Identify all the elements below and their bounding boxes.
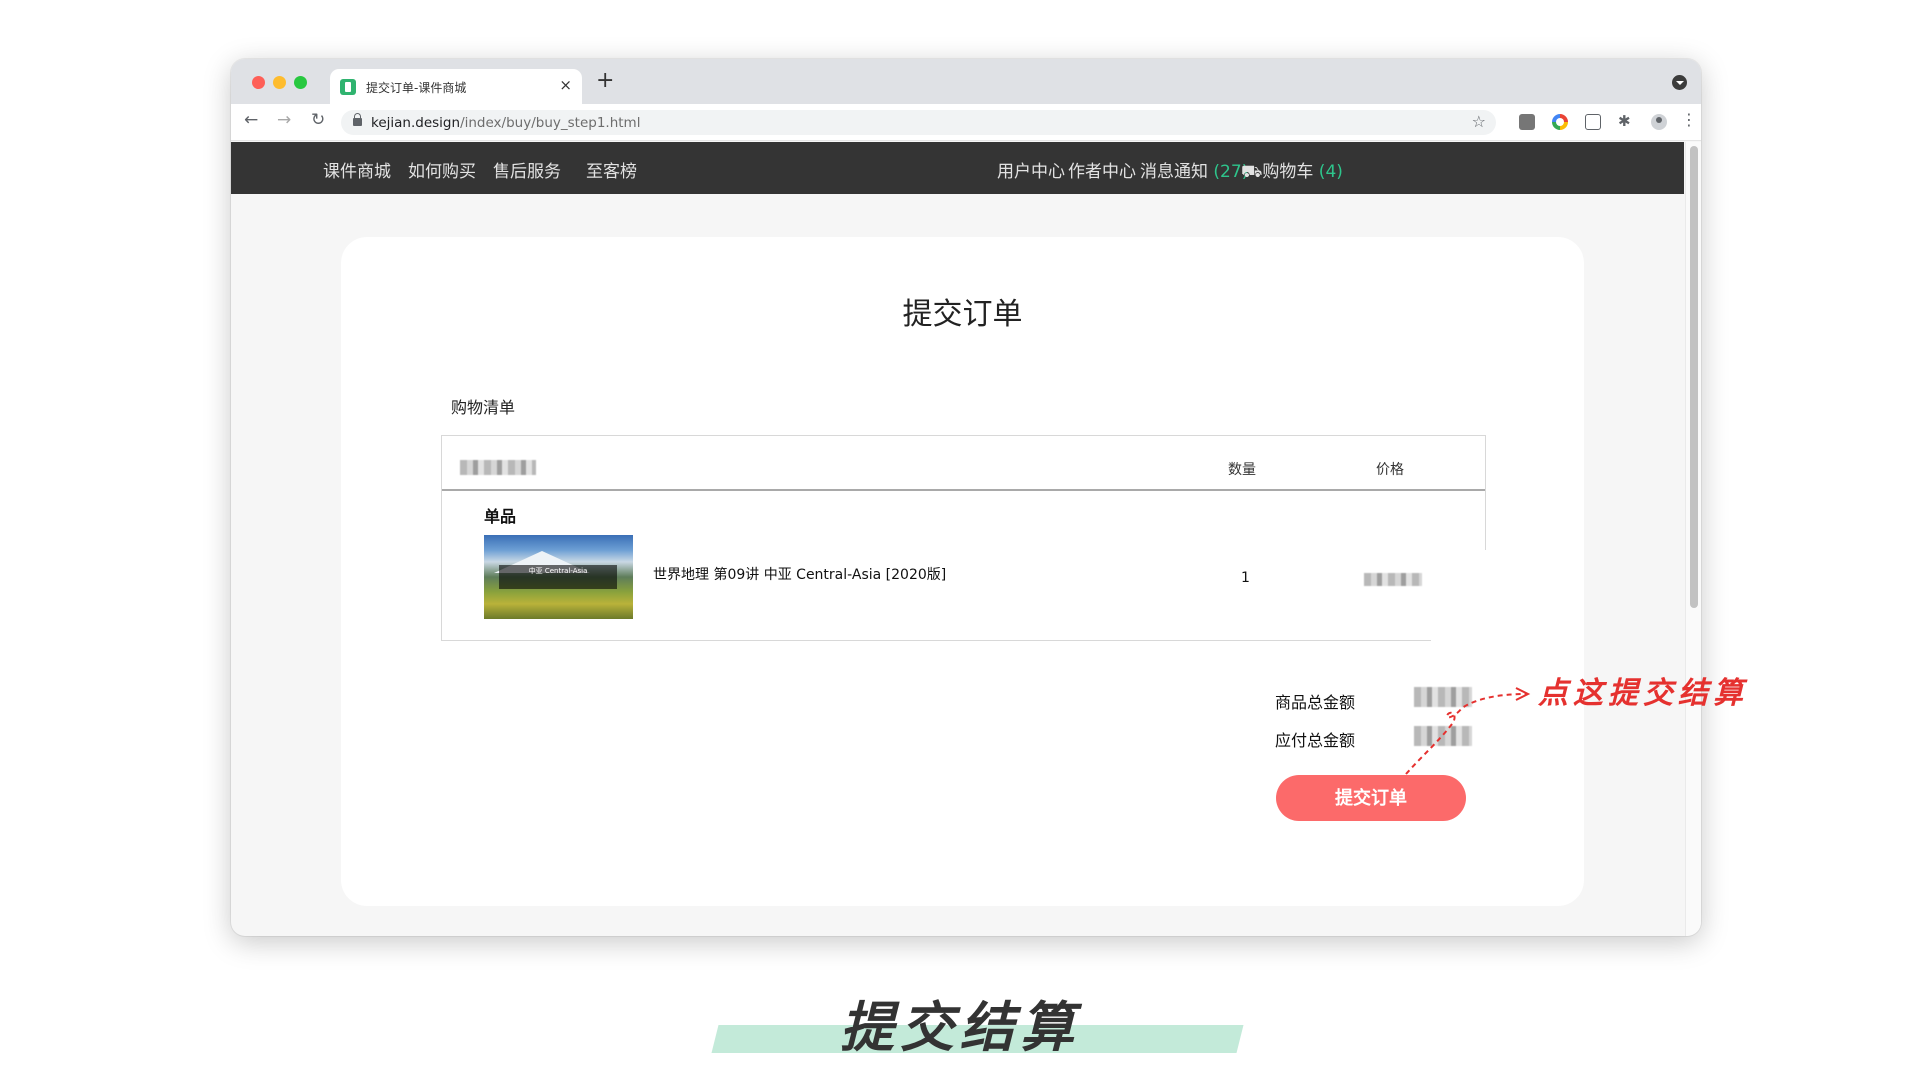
url-host: kejian.design — [371, 115, 461, 131]
site-navigation: 课件商城 如何购买 售后服务 至客榜 用户中心 作者中心 消息通知 (27) ⛟… — [231, 142, 1684, 194]
cart-icon: ⛟ — [1241, 162, 1263, 182]
cart-count: 4 — [1325, 162, 1337, 182]
blurred-column-header — [460, 460, 536, 475]
address-bar[interactable]: kejian.design/index/buy/buy_step1.html ☆ — [341, 110, 1496, 135]
back-arrow-icon[interactable]: ← — [244, 110, 258, 130]
column-header-quantity: 数量 — [1228, 462, 1256, 478]
nav-item-top-buyers[interactable]: 至客榜 — [586, 157, 637, 182]
thumbnail-banner: 中亚 Central-Asia — [499, 565, 617, 589]
browser-toolbar: ← → ↻ kejian.design/index/buy/buy_step1.… — [231, 104, 1701, 141]
site-favicon-icon — [340, 79, 356, 95]
product-quantity: 1 — [1241, 570, 1250, 586]
nav-item-how-to-buy[interactable]: 如何购买 — [408, 157, 476, 182]
menu-icon[interactable]: ⋮ — [1681, 110, 1697, 129]
url-text[interactable]: kejian.design/index/buy/buy_step1.html — [371, 115, 640, 131]
payable-total-label: 应付总金额 — [1275, 731, 1356, 750]
product-name[interactable]: 世界地理 第09讲 中亚 Central-Asia [2020版] — [653, 564, 946, 584]
blurred-price — [1364, 573, 1422, 586]
group-label-single-item: 单品 — [484, 507, 517, 526]
product-thumbnail[interactable]: 中亚 Central-Asia — [484, 535, 633, 619]
tab-search-icon[interactable] — [1672, 75, 1687, 90]
title-bar: 提交订单-课件商城 × + — [231, 59, 1701, 104]
annotation-arrow-icon — [1405, 687, 1531, 775]
forward-arrow-icon[interactable]: → — [277, 110, 291, 130]
puzzle-icon[interactable]: ✱ — [1618, 112, 1634, 130]
lock-icon — [353, 113, 362, 126]
caption-title: 提交结算 — [840, 996, 1080, 1059]
page-scrollbar[interactable] — [1685, 142, 1701, 936]
browser-tab[interactable]: 提交订单-课件商城 × — [330, 69, 582, 104]
goods-total-label: 商品总金额 — [1275, 693, 1356, 712]
nav-item-after-sales[interactable]: 售后服务 — [493, 157, 561, 182]
extension-icon[interactable] — [1585, 114, 1601, 130]
table-header: 数量 价格 — [442, 436, 1485, 491]
nav-item-author-center[interactable]: 作者中心 — [1068, 157, 1136, 182]
extension-icon[interactable] — [1519, 114, 1535, 130]
nav-item-cart[interactable]: ⛟购物车 (4) — [1241, 157, 1343, 184]
nav-item-courseware-mall[interactable]: 课件商城 — [323, 157, 391, 182]
nav-item-user-center[interactable]: 用户中心 — [997, 157, 1065, 182]
close-window-button[interactable] — [252, 76, 265, 89]
tab-close-icon[interactable]: × — [559, 76, 572, 94]
maximize-window-button[interactable] — [294, 76, 307, 89]
order-table: 数量 价格 单品 中亚 Central-Asia 世界地理 第09讲 中亚 Ce… — [441, 435, 1486, 641]
browser-window: 提交订单-课件商城 × + ← → ↻ kejian.design/index/… — [231, 59, 1701, 936]
submit-order-button[interactable]: 提交订单 — [1276, 775, 1466, 821]
new-tab-button[interactable]: + — [596, 68, 614, 94]
order-card: 提交订单 购物清单 数量 价格 单品 中亚 Central-Asia 世界地理 … — [341, 237, 1584, 906]
profile-icon[interactable] — [1651, 114, 1667, 130]
star-icon[interactable]: ☆ — [1472, 112, 1486, 131]
cart-label: 购物车 — [1262, 162, 1314, 182]
cover-patch — [1431, 550, 1561, 650]
annotation-text: 点这提交结算 — [1538, 676, 1748, 711]
url-path: /index/buy/buy_step1.html — [460, 115, 641, 131]
minimize-window-button[interactable] — [273, 76, 286, 89]
messages-label: 消息通知 — [1140, 162, 1208, 182]
reload-icon[interactable]: ↻ — [311, 110, 325, 130]
nav-item-messages[interactable]: 消息通知 (27) — [1140, 157, 1248, 182]
chrome-extension-icon[interactable] — [1552, 114, 1568, 130]
shopping-list-title: 购物清单 — [451, 398, 516, 417]
page-title: 提交订单 — [902, 297, 1023, 332]
thumbnail-title: 中亚 Central-Asia — [528, 567, 588, 575]
scrollbar-thumb[interactable] — [1690, 146, 1698, 608]
messages-count: 27 — [1220, 162, 1242, 182]
tab-title: 提交订单-课件商城 — [366, 81, 467, 95]
column-header-price: 价格 — [1376, 462, 1404, 478]
